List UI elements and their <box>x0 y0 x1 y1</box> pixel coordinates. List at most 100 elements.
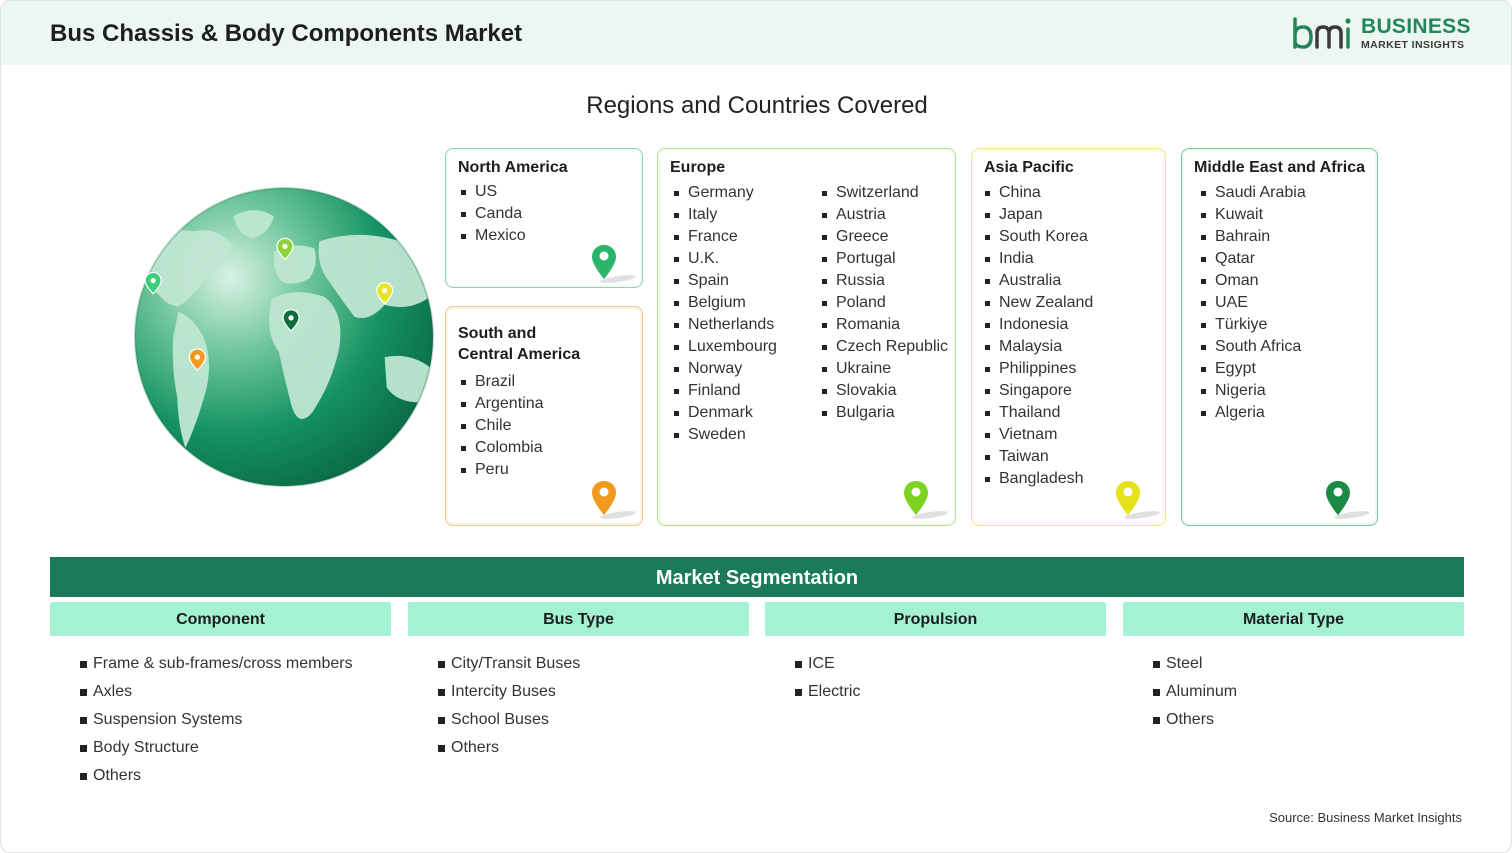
list-item: Greece <box>819 226 948 248</box>
list-item: Sweden <box>671 424 777 446</box>
country-list-middle-east-africa: Saudi Arabia Kuwait Bahrain Qatar Oman U… <box>1198 182 1306 424</box>
list-item: Finland <box>671 380 777 402</box>
list-item: U.K. <box>671 248 777 270</box>
country-list-south-central-america: Brazil Argentina Chile Colombia Peru <box>458 371 544 481</box>
region-card-europe: Europe Germany Italy France U.K. Spain B… <box>657 148 956 526</box>
region-title-middle-east-africa: Middle East and Africa <box>1194 159 1365 176</box>
list-item: Norway <box>671 358 777 380</box>
logo-text-business: BUSINESS <box>1361 15 1471 38</box>
list-item: Australia <box>982 270 1093 292</box>
page-title: Bus Chassis & Body Components Market <box>50 20 523 47</box>
segment-list-material-type: Steel Aluminum Others <box>1153 653 1237 737</box>
segment-heading-propulsion: Propulsion <box>765 602 1106 636</box>
list-item: ICE <box>795 653 860 681</box>
list-item: Taiwan <box>982 446 1093 468</box>
list-item: France <box>671 226 777 248</box>
region-card-asia-pacific: Asia Pacific China Japan South Korea Ind… <box>971 148 1166 526</box>
list-item: Axles <box>80 681 353 709</box>
region-card-north-america: North America US Canda Mexico <box>445 148 643 288</box>
region-title-europe: Europe <box>670 159 726 176</box>
segment-list-bus-type: City/Transit Buses Intercity Buses Schoo… <box>438 653 580 765</box>
list-item: Singapore <box>982 380 1093 402</box>
list-item: China <box>982 182 1093 204</box>
country-list-asia-pacific: China Japan South Korea India Australia … <box>982 182 1093 490</box>
segment-heading-material-type: Material Type <box>1123 602 1464 636</box>
country-list-north-america: US Canda Mexico <box>458 181 526 247</box>
region-card-middle-east-africa: Middle East and Africa Saudi Arabia Kuwa… <box>1181 148 1378 526</box>
country-list-europe-col1: Germany Italy France U.K. Spain Belgium … <box>671 182 777 446</box>
list-item: Algeria <box>1198 402 1306 424</box>
list-item: Türkiye <box>1198 314 1306 336</box>
list-item: Poland <box>819 292 948 314</box>
source-note: Source: Business Market Insights <box>1269 810 1462 825</box>
list-item: Peru <box>458 459 544 481</box>
region-title-south-central-america: South and Central America <box>458 325 581 363</box>
list-item: Others <box>80 765 353 793</box>
list-item: Aluminum <box>1153 681 1237 709</box>
region-card-south-central-america: South and Central America Brazil Argenti… <box>445 306 643 526</box>
list-item: Frame & sub-frames/cross members <box>80 653 353 681</box>
list-item: School Buses <box>438 709 580 737</box>
list-item: Germany <box>671 182 777 204</box>
list-item: Others <box>1153 709 1237 737</box>
country-list-europe-col2: Switzerland Austria Greece Portugal Russ… <box>819 182 948 424</box>
list-item: Romania <box>819 314 948 336</box>
brand-logo: BUSINESS MARKET INSIGHTS <box>1291 15 1471 55</box>
segment-heading-bus-type: Bus Type <box>408 602 749 636</box>
segment-list-propulsion: ICE Electric <box>795 653 860 709</box>
list-item: Electric <box>795 681 860 709</box>
list-item: Netherlands <box>671 314 777 336</box>
map-pin-icon <box>592 481 636 519</box>
list-item: Qatar <box>1198 248 1306 270</box>
map-pin-icon <box>1116 481 1160 519</box>
list-item: Denmark <box>671 402 777 424</box>
list-item: Intercity Buses <box>438 681 580 709</box>
list-item: Body Structure <box>80 737 353 765</box>
list-item: Brazil <box>458 371 544 393</box>
list-item: Others <box>438 737 580 765</box>
map-pin-icon <box>904 481 948 519</box>
list-item: Chile <box>458 415 544 437</box>
list-item: Slovakia <box>819 380 948 402</box>
logo-text-market-insights: MARKET INSIGHTS <box>1361 39 1465 51</box>
list-item: Japan <box>982 204 1093 226</box>
list-item: City/Transit Buses <box>438 653 580 681</box>
list-item: Austria <box>819 204 948 226</box>
region-title-north-america: North America <box>458 159 568 176</box>
list-item: Spain <box>671 270 777 292</box>
list-item: Switzerland <box>819 182 948 204</box>
list-item: Italy <box>671 204 777 226</box>
regions-title: Regions and Countries Covered <box>586 92 928 119</box>
list-item: Indonesia <box>982 314 1093 336</box>
globe-illustration <box>134 187 434 487</box>
list-item: Canda <box>458 203 526 225</box>
infographic-frame: Bus Chassis & Body Components Market BUS… <box>0 0 1512 853</box>
segment-heading-component: Component <box>50 602 391 636</box>
list-item: Luxembourg <box>671 336 777 358</box>
list-item: South Korea <box>982 226 1093 248</box>
list-item: Kuwait <box>1198 204 1306 226</box>
list-item: India <box>982 248 1093 270</box>
list-item: US <box>458 181 526 203</box>
list-item: Saudi Arabia <box>1198 182 1306 204</box>
list-item: Portugal <box>819 248 948 270</box>
list-item: Belgium <box>671 292 777 314</box>
map-pin-icon <box>1326 481 1370 519</box>
list-item: Russia <box>819 270 948 292</box>
map-pin-icon <box>592 245 636 283</box>
list-item: Ukraine <box>819 358 948 380</box>
list-item: Argentina <box>458 393 544 415</box>
segmentation-title-bar: Market Segmentation <box>50 557 1464 597</box>
list-item: UAE <box>1198 292 1306 314</box>
region-title-asia-pacific: Asia Pacific <box>984 159 1074 176</box>
list-item: Bulgaria <box>819 402 948 424</box>
list-item: South Africa <box>1198 336 1306 358</box>
list-item: Bangladesh <box>982 468 1093 490</box>
list-item: New Zealand <box>982 292 1093 314</box>
list-item: Czech Republic <box>819 336 948 358</box>
list-item: Malaysia <box>982 336 1093 358</box>
list-item: Suspension Systems <box>80 709 353 737</box>
list-item: Vietnam <box>982 424 1093 446</box>
list-item: Oman <box>1198 270 1306 292</box>
list-item: Steel <box>1153 653 1237 681</box>
